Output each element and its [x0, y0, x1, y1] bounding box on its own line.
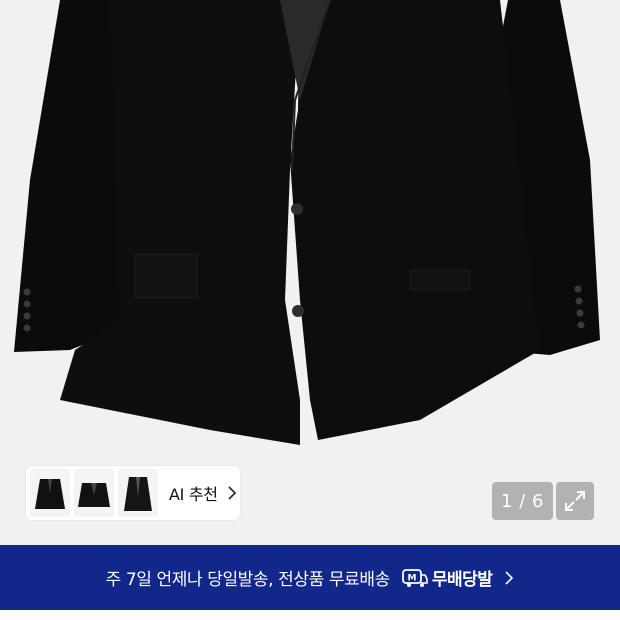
recommend-thumbnail-3[interactable]: [118, 469, 158, 517]
free-delivery-label: 무배당발: [431, 570, 493, 590]
delivery-text: 주 7일 언제나 당일발송, 전상품 무료배송: [105, 570, 391, 590]
svg-text:M: M: [407, 573, 416, 583]
expand-button[interactable]: [556, 482, 594, 520]
expand-icon: [565, 491, 585, 511]
delivery-banner[interactable]: 주 7일 언제나 당일발송, 전상품 무료배송 M 무배당발: [0, 545, 620, 610]
truck-m-icon: M: [401, 568, 428, 587]
chevron-right-icon: [504, 570, 514, 585]
black-blazer-thumb-icon: [35, 479, 65, 509]
black-blazer-thumb-icon: [124, 477, 152, 511]
black-blazer-thumb-icon: [78, 483, 110, 507]
image-counter: 1 / 6: [492, 482, 553, 520]
recommend-thumbnail-1[interactable]: [30, 469, 70, 517]
black-blazer-photo: [14, 0, 600, 445]
free-delivery-badge: M 무배당발: [401, 565, 493, 590]
chevron-right-icon: [227, 486, 237, 500]
product-image-viewer[interactable]: AI 추천 1 / 6: [0, 0, 620, 545]
recommend-thumbnail-2[interactable]: [74, 469, 114, 517]
ai-recommend-panel[interactable]: AI 추천: [26, 466, 240, 520]
ai-recommend-label: AI 추천: [169, 485, 218, 504]
